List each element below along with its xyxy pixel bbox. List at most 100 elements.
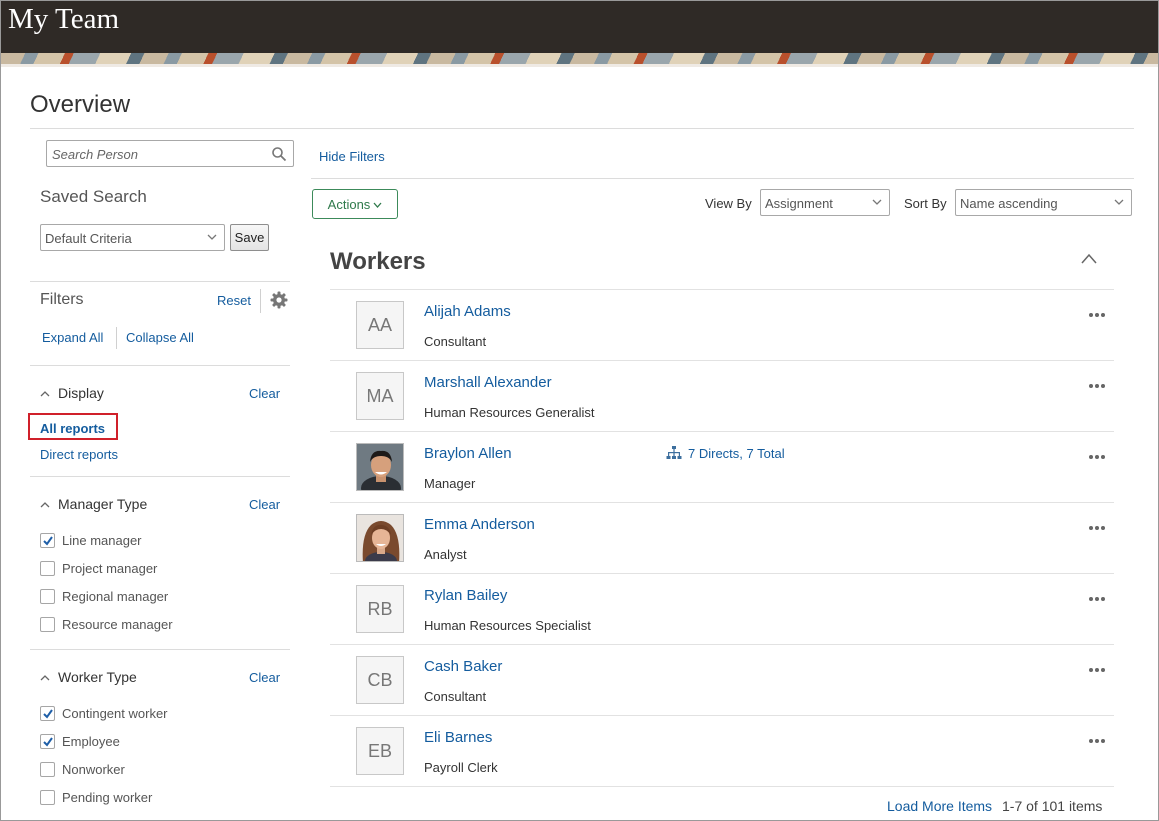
checkbox[interactable] xyxy=(40,734,55,749)
chevron-up-icon xyxy=(40,675,50,681)
sidebar-divider xyxy=(30,649,290,650)
checkmark-icon xyxy=(43,737,53,747)
chevron-up-icon xyxy=(40,391,50,397)
worker-job-title: Human Resources Generalist xyxy=(424,405,595,420)
checkmark-icon xyxy=(43,709,53,719)
gear-icon[interactable] xyxy=(270,291,288,309)
load-more-items-link[interactable]: Load More Items xyxy=(887,798,992,814)
sort-by-value: Name ascending xyxy=(960,196,1058,211)
worker-card-emma-anderson[interactable]: Emma Anderson Analyst xyxy=(330,503,1114,574)
collapse-all-link[interactable]: Collapse All xyxy=(126,330,194,345)
org-chart-icon xyxy=(666,446,682,459)
checkmark-icon xyxy=(43,536,53,546)
direct-reports-link[interactable]: 7 Directs, 7 Total xyxy=(666,446,785,461)
view-by-select[interactable]: Assignment xyxy=(760,189,890,216)
expand-all-link[interactable]: Expand All xyxy=(42,330,103,345)
clear-worker-type-link[interactable]: Clear xyxy=(249,670,280,685)
sort-by-select[interactable]: Name ascending xyxy=(955,189,1132,216)
avatar: CB xyxy=(356,656,404,704)
reset-filters-link[interactable]: Reset xyxy=(217,293,251,308)
worker-card-alijah-adams[interactable]: AA Alijah Adams Consultant xyxy=(330,290,1114,361)
worker-name[interactable]: Emma Anderson xyxy=(424,516,535,533)
checkbox[interactable] xyxy=(40,589,55,604)
separator xyxy=(116,327,117,349)
worker-type-section-toggle[interactable]: Worker Type xyxy=(40,669,137,685)
checkbox[interactable] xyxy=(40,533,55,548)
checkbox[interactable] xyxy=(40,561,55,576)
more-options-icon[interactable] xyxy=(1088,525,1106,531)
view-by-label: View By xyxy=(705,196,752,211)
worker-card-braylon-allen[interactable]: Braylon Allen 7 Directs, 7 Total Manager xyxy=(330,432,1114,503)
actions-button[interactable]: Actions xyxy=(312,189,398,219)
toolbar-divider xyxy=(311,178,1134,179)
saved-search-select[interactable]: Default Criteria xyxy=(40,224,225,251)
sort-by-label: Sort By xyxy=(904,196,947,211)
item-count: 1-7 of 101 items xyxy=(1002,798,1103,814)
checkbox-label: Resource manager xyxy=(62,617,173,632)
chevron-down-icon xyxy=(373,202,382,208)
chevron-up-icon[interactable] xyxy=(1081,253,1097,264)
worker-name[interactable]: Marshall Alexander xyxy=(424,374,552,391)
clear-display-link[interactable]: Clear xyxy=(249,386,280,401)
sidebar-divider xyxy=(30,365,290,366)
chevron-up-icon xyxy=(40,502,50,508)
separator-dot: , xyxy=(739,446,747,461)
avatar: AA xyxy=(356,301,404,349)
clear-manager-type-link[interactable]: Clear xyxy=(249,497,280,512)
worker-name[interactable]: Eli Barnes xyxy=(424,729,492,746)
checkbox[interactable] xyxy=(40,617,55,632)
avatar: EB xyxy=(356,727,404,775)
avatar: RB xyxy=(356,585,404,633)
more-options-icon[interactable] xyxy=(1088,383,1106,389)
worker-type-section-title: Worker Type xyxy=(58,669,137,685)
display-section-toggle[interactable]: Display xyxy=(40,385,104,401)
manager-type-section-toggle[interactable]: Manager Type xyxy=(40,496,147,512)
display-option-direct-reports[interactable]: Direct reports xyxy=(40,447,118,462)
checkbox-label: Employee xyxy=(62,734,120,749)
checkbox-label: Nonworker xyxy=(62,762,125,777)
worker-card-eli-barnes[interactable]: EB Eli Barnes Payroll Clerk xyxy=(330,716,1114,787)
worker-job-title: Analyst xyxy=(424,547,467,562)
worker-name[interactable]: Braylon Allen xyxy=(424,445,512,462)
page-title: Overview xyxy=(30,91,131,118)
search-input[interactable] xyxy=(52,145,267,163)
person-photo-icon xyxy=(357,444,403,490)
worker-name[interactable]: Cash Baker xyxy=(424,658,502,675)
view-by-value: Assignment xyxy=(765,196,833,211)
checkbox-label: Contingent worker xyxy=(62,706,168,721)
worker-card-marshall-alexander[interactable]: MA Marshall Alexander Human Resources Ge… xyxy=(330,361,1114,432)
search-person-field[interactable] xyxy=(46,140,294,167)
more-options-icon[interactable] xyxy=(1088,596,1106,602)
app-header: My Team xyxy=(1,1,1158,53)
filters-title: Filters xyxy=(40,291,84,308)
more-options-icon[interactable] xyxy=(1088,667,1106,673)
title-divider xyxy=(30,128,1134,129)
worker-name[interactable]: Alijah Adams xyxy=(424,303,511,320)
worker-job-title: Human Resources Specialist xyxy=(424,618,591,633)
more-options-icon[interactable] xyxy=(1088,738,1106,744)
save-button[interactable]: Save xyxy=(230,224,269,251)
worker-job-title: Consultant xyxy=(424,689,487,704)
worker-name[interactable]: Rylan Bailey xyxy=(424,587,507,604)
more-options-icon[interactable] xyxy=(1088,312,1106,318)
avatar: MA xyxy=(356,372,404,420)
checkbox[interactable] xyxy=(40,790,55,805)
checkbox[interactable] xyxy=(40,762,55,777)
hide-filters-link[interactable]: Hide Filters xyxy=(319,149,385,164)
avatar-photo xyxy=(356,514,404,562)
more-options-icon[interactable] xyxy=(1088,454,1106,460)
saved-search-title: Saved Search xyxy=(40,187,147,206)
person-photo-icon xyxy=(357,515,403,561)
display-option-all-reports[interactable]: All reports xyxy=(40,421,105,436)
worker-card-cash-baker[interactable]: CB Cash Baker Consultant xyxy=(330,645,1114,716)
chevron-down-icon xyxy=(872,199,882,205)
avatar-photo xyxy=(356,443,404,491)
worker-card-rylan-bailey[interactable]: RB Rylan Bailey Human Resources Speciali… xyxy=(330,574,1114,645)
checkbox[interactable] xyxy=(40,706,55,721)
banner-edge xyxy=(1,64,1158,67)
separator xyxy=(260,289,261,313)
search-icon[interactable] xyxy=(271,146,287,162)
checkbox-label: Regional manager xyxy=(62,589,169,604)
row-divider xyxy=(330,786,1114,787)
sidebar-divider xyxy=(30,281,290,282)
